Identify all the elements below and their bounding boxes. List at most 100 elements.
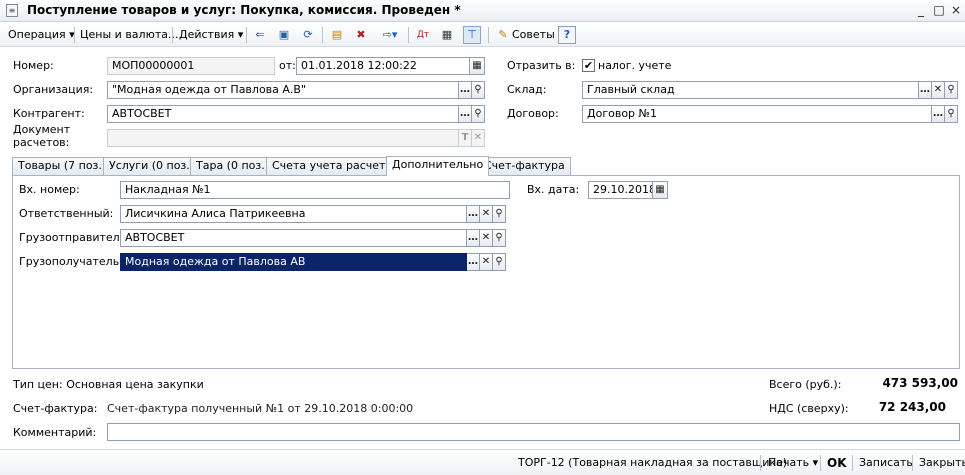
toolbar-separator xyxy=(488,27,489,43)
responsible-field[interactable]: Лисичкина Алиса Патрикеевна xyxy=(120,205,467,223)
clear-x-icon: ✕ xyxy=(472,129,485,147)
operation-menu[interactable]: Операция ▾ xyxy=(4,26,79,44)
delete-mark-icon[interactable]: ✖ xyxy=(352,26,370,44)
tab-packaging[interactable]: Тара (0 поз.) xyxy=(190,157,276,175)
calendar-icon[interactable]: ▦ xyxy=(653,181,668,199)
post-document-icon[interactable]: ▣ xyxy=(275,26,293,44)
close-button[interactable]: Закрыть xyxy=(916,455,965,471)
toolbar-separator xyxy=(408,27,409,43)
date-field[interactable]: 01.01.2018 12:00:22 xyxy=(296,57,470,75)
refresh-icon[interactable]: ⟳ xyxy=(299,26,317,44)
ok-button[interactable]: OK xyxy=(824,455,850,471)
tab-services[interactable]: Услуги (0 поз.) xyxy=(103,157,201,175)
consignee-field[interactable]: Модная одежда от Павлова АВ xyxy=(120,253,467,271)
warehouse-field[interactable]: Главный склад xyxy=(582,81,919,99)
save-button[interactable]: Записать xyxy=(856,455,916,471)
clear-x-icon[interactable]: ✕ xyxy=(480,229,493,247)
open-search-icon[interactable]: ⚲ xyxy=(493,253,506,271)
toolbar-separator xyxy=(246,27,247,43)
document-icon: ≡ xyxy=(6,4,18,17)
help-button[interactable]: ? xyxy=(558,26,576,44)
tab-invoice[interactable]: Счет-фактура xyxy=(478,157,571,175)
structure-tree-icon[interactable]: ⊤ xyxy=(463,26,481,44)
reflect-label: Отразить в: xyxy=(507,59,576,72)
in-date-field[interactable]: 29.10.2018 xyxy=(588,181,653,199)
number-label: Номер: xyxy=(13,59,54,72)
select-ellipsis-icon[interactable]: … xyxy=(919,81,932,99)
back-arrow-icon[interactable]: ⇐ xyxy=(251,26,269,44)
open-search-icon[interactable]: ⚲ xyxy=(493,229,506,247)
shipper-field[interactable]: АВТОСВЕТ xyxy=(120,229,467,247)
window-title: Поступление товаров и услуг: Покупка, ко… xyxy=(27,3,461,17)
prices-currency-button[interactable]: Цены и валюта... xyxy=(76,26,182,44)
toolbar-separator xyxy=(760,455,761,471)
organization-label: Организация: xyxy=(13,83,94,96)
comment-label: Комментарий: xyxy=(13,426,97,439)
toolbar-separator xyxy=(852,455,853,471)
in-date-label: Вх. дата: xyxy=(527,183,580,196)
select-ellipsis-icon[interactable]: … xyxy=(467,205,480,223)
structure-icon[interactable]: ▤ xyxy=(328,26,346,44)
vat-label: НДС (сверху): xyxy=(769,402,849,415)
settlement-doc-field xyxy=(107,129,459,147)
toolbar-separator xyxy=(912,455,913,471)
tab-settlement-accounts[interactable]: Счета учета расчетов xyxy=(266,157,405,175)
invoice-link[interactable]: Счет-фактура полученный №1 от 29.10.2018… xyxy=(107,401,413,417)
responsible-label: Ответственный: xyxy=(19,207,114,220)
close-window-button[interactable]: × xyxy=(947,2,965,19)
select-ellipsis-icon[interactable]: … xyxy=(467,229,480,247)
advice-button[interactable]: Советы xyxy=(508,26,559,44)
consignee-label: Грузополучатель: xyxy=(19,255,123,268)
contract-field[interactable]: Договор №1 xyxy=(582,105,932,123)
tax-accounting-label: налог. учете xyxy=(598,59,672,72)
organization-field[interactable]: "Модная одежда от Павлова А.В" xyxy=(107,81,459,99)
clear-x-icon[interactable]: ✕ xyxy=(480,205,493,223)
vat-value: 72 243,00 xyxy=(878,400,946,414)
title-bar: ≡ Поступление товаров и услуг: Покупка, … xyxy=(0,0,965,22)
number-field[interactable]: МОП00000001 xyxy=(107,57,275,75)
toolbar: Операция ▾ Цены и валюта... Действия ▾ ⇐… xyxy=(0,23,965,47)
open-search-icon[interactable]: ⚲ xyxy=(945,81,958,99)
bottom-command-bar: ТОРГ-12 (Товарная накладная за поставщик… xyxy=(0,449,965,475)
invoice-label: Счет-фактура: xyxy=(13,402,98,415)
calendar-icon[interactable]: ▦ xyxy=(470,57,485,75)
actions-menu[interactable]: Действия ▾ xyxy=(175,26,247,44)
counterparty-label: Контрагент: xyxy=(13,107,85,120)
contract-label: Договор: xyxy=(507,107,559,120)
select-ellipsis-icon[interactable]: … xyxy=(459,81,472,99)
open-search-icon[interactable]: ⚲ xyxy=(472,81,485,99)
tax-accounting-checkbox[interactable]: ✔ xyxy=(582,59,595,72)
toolbar-separator xyxy=(74,27,75,43)
select-ellipsis-icon[interactable]: … xyxy=(467,253,480,271)
torg12-print-button[interactable]: ТОРГ-12 (Товарная накладная за поставщик… xyxy=(515,455,790,471)
print-menu[interactable]: Печать ▾ xyxy=(765,455,821,471)
in-number-label: Вх. номер: xyxy=(19,183,80,196)
settlement-doc-label-line2: расчетов: xyxy=(13,136,70,149)
minimize-button[interactable]: _ xyxy=(912,2,930,19)
open-search-icon[interactable]: ⚲ xyxy=(472,105,485,123)
in-number-field[interactable]: Накладная №1 xyxy=(120,181,510,199)
create-based-on-icon[interactable]: ⇨▾ xyxy=(376,26,404,44)
report-icon[interactable]: ▦ xyxy=(438,26,456,44)
open-search-icon[interactable]: ⚲ xyxy=(493,205,506,223)
date-label: от: xyxy=(279,59,296,72)
toolbar-separator xyxy=(322,27,323,43)
clear-x-icon[interactable]: ✕ xyxy=(480,253,493,271)
total-value: 473 593,00 xyxy=(882,376,958,390)
comment-field[interactable] xyxy=(107,423,960,441)
open-search-icon[interactable]: ⚲ xyxy=(945,105,958,123)
counterparty-field[interactable]: АВТОСВЕТ xyxy=(107,105,459,123)
toolbar-separator xyxy=(820,455,821,471)
price-type-text: Тип цен: Основная цена закупки xyxy=(13,378,204,391)
total-label: Всего (руб.): xyxy=(769,378,842,391)
shipper-label: Грузоотправитель: xyxy=(19,231,130,244)
tab-additional[interactable]: Дополнительно xyxy=(386,156,490,176)
select-ellipsis-icon[interactable]: … xyxy=(459,105,472,123)
text-type-icon: T xyxy=(459,129,472,147)
dt-kt-icon[interactable]: Дт xyxy=(414,26,432,44)
clear-x-icon[interactable]: ✕ xyxy=(932,81,945,99)
select-ellipsis-icon[interactable]: … xyxy=(932,105,945,123)
maximize-button[interactable]: □ xyxy=(930,2,948,19)
tab-goods[interactable]: Товары (7 поз.) xyxy=(12,157,113,175)
warehouse-label: Склад: xyxy=(507,83,547,96)
